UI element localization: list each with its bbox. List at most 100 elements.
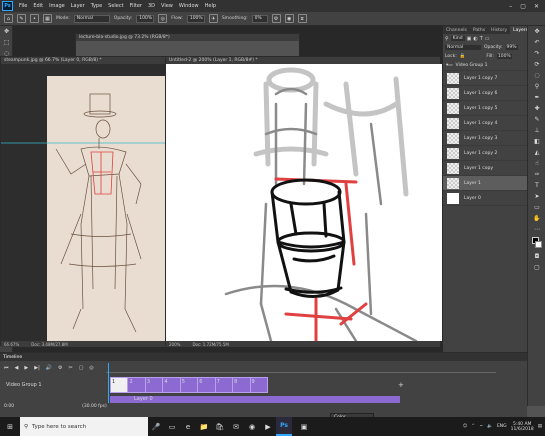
brush-size-icon[interactable]: • (30, 14, 39, 23)
clock[interactable]: 5:40 AM 11/6/2018 (511, 422, 534, 432)
playhead[interactable] (107, 363, 109, 403)
layer-row-selected[interactable]: Layer 1 (443, 176, 527, 191)
smudge-icon[interactable]: ☝ (528, 158, 545, 169)
blend-mode-dropdown[interactable]: Normal (445, 45, 481, 50)
brush-settings-icon[interactable]: ▦ (43, 14, 52, 23)
smoothing-field[interactable]: 0% (251, 14, 268, 23)
tab-channels[interactable]: Channels (443, 26, 470, 34)
tab-paths[interactable]: Paths (470, 26, 488, 34)
filter-type-icon[interactable]: T (480, 36, 483, 42)
frame-clip[interactable]: 8 (233, 378, 251, 392)
language-indicator[interactable]: ENG (497, 424, 507, 429)
onion-skin-icon[interactable]: ◎ (89, 365, 93, 371)
brush-icon[interactable]: ✎ (528, 114, 545, 125)
color-swatches-right[interactable] (528, 235, 545, 251)
mail-icon[interactable]: ✉ (228, 417, 244, 436)
menu-select[interactable]: Select (105, 3, 126, 9)
menu-type[interactable]: Type (88, 3, 105, 9)
people-icon[interactable]: ☺ (463, 424, 468, 429)
frame-clip[interactable]: 2 (128, 378, 146, 392)
select-icon[interactable]: ➤ (528, 191, 545, 202)
menu-filter[interactable]: Filter (127, 3, 145, 9)
stamp-icon[interactable]: ⊥ (528, 125, 545, 136)
menu-layer[interactable]: Layer (68, 3, 88, 9)
menu-help[interactable]: Help (202, 3, 219, 9)
layer-row[interactable]: Layer 1 copy 7 (443, 71, 527, 86)
layer-row[interactable]: Layer 0 (443, 191, 527, 206)
volume-icon[interactable]: 🔈 (487, 424, 493, 429)
layer-row[interactable]: Layer 1 copy 6 (443, 86, 527, 101)
next-frame-icon[interactable]: ▶| (34, 365, 40, 371)
notifications-icon[interactable]: ▤ (538, 424, 542, 429)
layer-row[interactable]: Layer 1 copy 2 (443, 146, 527, 161)
eraser-icon[interactable]: ◧ (528, 136, 545, 147)
minimize-icon[interactable]: – (509, 3, 512, 10)
eyedropper-icon[interactable]: ✒ (528, 92, 545, 103)
audio-icon[interactable]: 🔊 (46, 365, 52, 371)
filter-image-icon[interactable]: ▣ (467, 36, 472, 42)
gear-icon[interactable]: ⚙ (271, 14, 281, 23)
frame-clip[interactable]: 7 (216, 378, 234, 392)
windows-start-icon[interactable]: ⊞ (0, 417, 20, 436)
symmetry-icon[interactable]: ⧖ (297, 14, 307, 23)
close-icon[interactable]: ✕ (534, 3, 539, 10)
video-group-clip[interactable]: 1 2 3 4 5 6 7 8 9 (110, 377, 268, 393)
home-icon[interactable]: ⌂ (4, 14, 13, 23)
task-view-icon[interactable]: ▭ (164, 417, 180, 436)
hand-icon[interactable]: ✋ (528, 213, 545, 224)
marquee-tool-icon[interactable]: ⬚ (0, 37, 13, 48)
frame-clip[interactable]: 4 (163, 378, 181, 392)
layer0-clip[interactable]: Layer 0 (110, 395, 400, 403)
move-tool-icon[interactable]: ✥ (0, 26, 13, 37)
menu-edit[interactable]: Edit (30, 3, 46, 9)
background-color-swatch[interactable] (535, 241, 542, 248)
add-media-icon[interactable]: + (398, 381, 404, 389)
fill-field[interactable]: 100% (496, 54, 512, 59)
brush-tool-preset-icon[interactable]: ✎ (17, 14, 26, 23)
media-icon[interactable]: ▶ (260, 417, 276, 436)
pen-icon[interactable]: ✑ (528, 169, 545, 180)
layer-row[interactable]: Layer 1 copy 4 (443, 116, 527, 131)
bandage-icon[interactable]: ✚ (528, 103, 545, 114)
undo-icon[interactable]: ↶ (528, 37, 545, 48)
airbrush-icon[interactable]: ✈ (208, 14, 218, 23)
taskbar-search-box[interactable]: ⚲ Type here to search (20, 417, 148, 436)
kind-dropdown[interactable]: Kind (450, 36, 465, 41)
split-icon[interactable]: ✂ (68, 365, 72, 371)
menu-window[interactable]: Window (176, 3, 202, 9)
lock-icon[interactable]: 🔒 (460, 54, 466, 59)
document-window-untitled[interactable]: Untitled-2 @ 200% (Layer 1, RGB/8#) * 20… (165, 56, 442, 347)
pressure-opacity-icon[interactable]: ◎ (158, 14, 168, 23)
settings-icon[interactable]: ⚙ (58, 365, 62, 371)
type-icon[interactable]: T (528, 180, 545, 191)
frame-clip[interactable]: 1 (111, 378, 129, 392)
rectangle-icon[interactable]: ▭ (528, 202, 545, 213)
layer-row[interactable]: Layer 1 copy (443, 161, 527, 176)
layer-opacity-field[interactable]: 99% (505, 45, 518, 50)
bucket-icon[interactable]: ◭ (528, 147, 545, 158)
menu-3d[interactable]: 3D (145, 3, 158, 9)
edge-icon[interactable]: e (180, 417, 196, 436)
screen-mode-icon[interactable]: ▢ (528, 262, 545, 273)
prev-frame-icon[interactable]: ◀ (15, 365, 19, 371)
network-icon[interactable]: ⌔ (479, 424, 483, 430)
layer-row[interactable]: Layer 1 copy 3 (443, 131, 527, 146)
frame-clip[interactable]: 9 (251, 378, 267, 392)
chrome-icon[interactable]: ◉ (244, 417, 260, 436)
store-icon[interactable]: 🛍 (212, 417, 228, 436)
first-frame-icon[interactable]: ⏮ (4, 365, 9, 371)
menu-file[interactable]: File (16, 3, 30, 9)
menu-view[interactable]: View (158, 3, 176, 9)
menu-image[interactable]: Image (46, 3, 68, 9)
quick-mask-icon[interactable]: ◘ (528, 251, 545, 262)
flow-field[interactable]: 100% (186, 14, 205, 23)
photoshop-taskbar-icon[interactable]: Ps (276, 417, 292, 436)
move-icon[interactable]: ✥ (528, 26, 545, 37)
maximize-icon[interactable]: ▢ (520, 3, 526, 10)
frame-clip[interactable]: 3 (146, 378, 164, 392)
more-icon[interactable]: ⋯ (528, 224, 545, 235)
document-window-steampunk[interactable]: steampunk.jpg @ 66.7% (Layer 0, RGB/8) *… (0, 56, 169, 347)
redo-icon[interactable]: ↷ (528, 48, 545, 59)
play-icon[interactable]: ▶ (24, 365, 28, 371)
zoom-icon[interactable]: ⚲ (528, 81, 545, 92)
